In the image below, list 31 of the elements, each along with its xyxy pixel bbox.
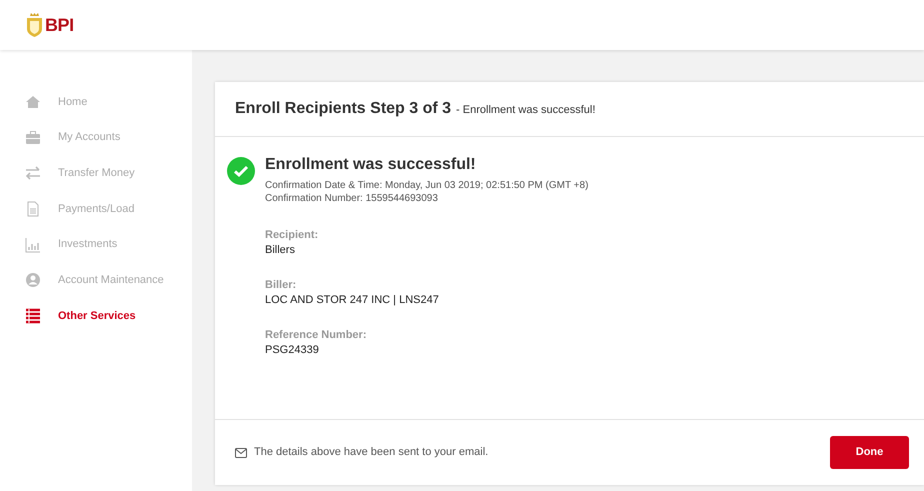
- field-value: Billers: [265, 243, 296, 258]
- user-icon: [25, 272, 41, 288]
- confirmation-text: Confirmation Number: 1559544693093: [265, 192, 439, 205]
- email-notice: The details above have been sent to your email.: [254, 445, 488, 460]
- arrows-icon: [25, 165, 41, 182]
- envelope-icon: [235, 448, 247, 458]
- sidebar-item[interactable]: My Accounts: [0, 120, 192, 156]
- crest-icon: [26, 13, 43, 37]
- field-value: LOC AND STOR 247 INC | LNS247: [265, 293, 440, 308]
- sidebar-item[interactable]: Payments/Load: [0, 191, 192, 227]
- sidebar-item[interactable]: Transfer Money: [0, 155, 192, 192]
- briefcase-icon: [25, 130, 41, 146]
- card-subtitle: - Enrollment was successful!: [456, 102, 596, 118]
- field-label: Reference Number:: [265, 328, 368, 343]
- confirmation-text: Confirmation Date & Time: Monday, Jun 03 2019; 02:51:50 PM (GMT +8): [265, 179, 588, 192]
- sidebar-item[interactable]: Other Services: [0, 298, 192, 334]
- sidebar-item[interactable]: Investments: [0, 226, 192, 262]
- bar-chart-icon: [25, 236, 41, 253]
- logo-text: BPI: [45, 14, 74, 36]
- document-icon: [25, 200, 41, 217]
- sidebar-item[interactable]: Home: [0, 84, 192, 120]
- field-label: Recipient:: [265, 228, 320, 243]
- field-label: Biller:: [265, 278, 298, 293]
- success-heading: Enrollment was successful!: [265, 155, 477, 175]
- sidebar-item[interactable]: Account Maintenance: [0, 262, 192, 298]
- field-value: PSG24339: [265, 343, 320, 358]
- home-icon: [25, 94, 41, 110]
- done-button[interactable]: Done: [830, 436, 909, 469]
- card-title: Enroll Recipients Step 3 of 3: [235, 99, 452, 119]
- list-icon: [25, 308, 41, 324]
- check-icon: [227, 157, 255, 185]
